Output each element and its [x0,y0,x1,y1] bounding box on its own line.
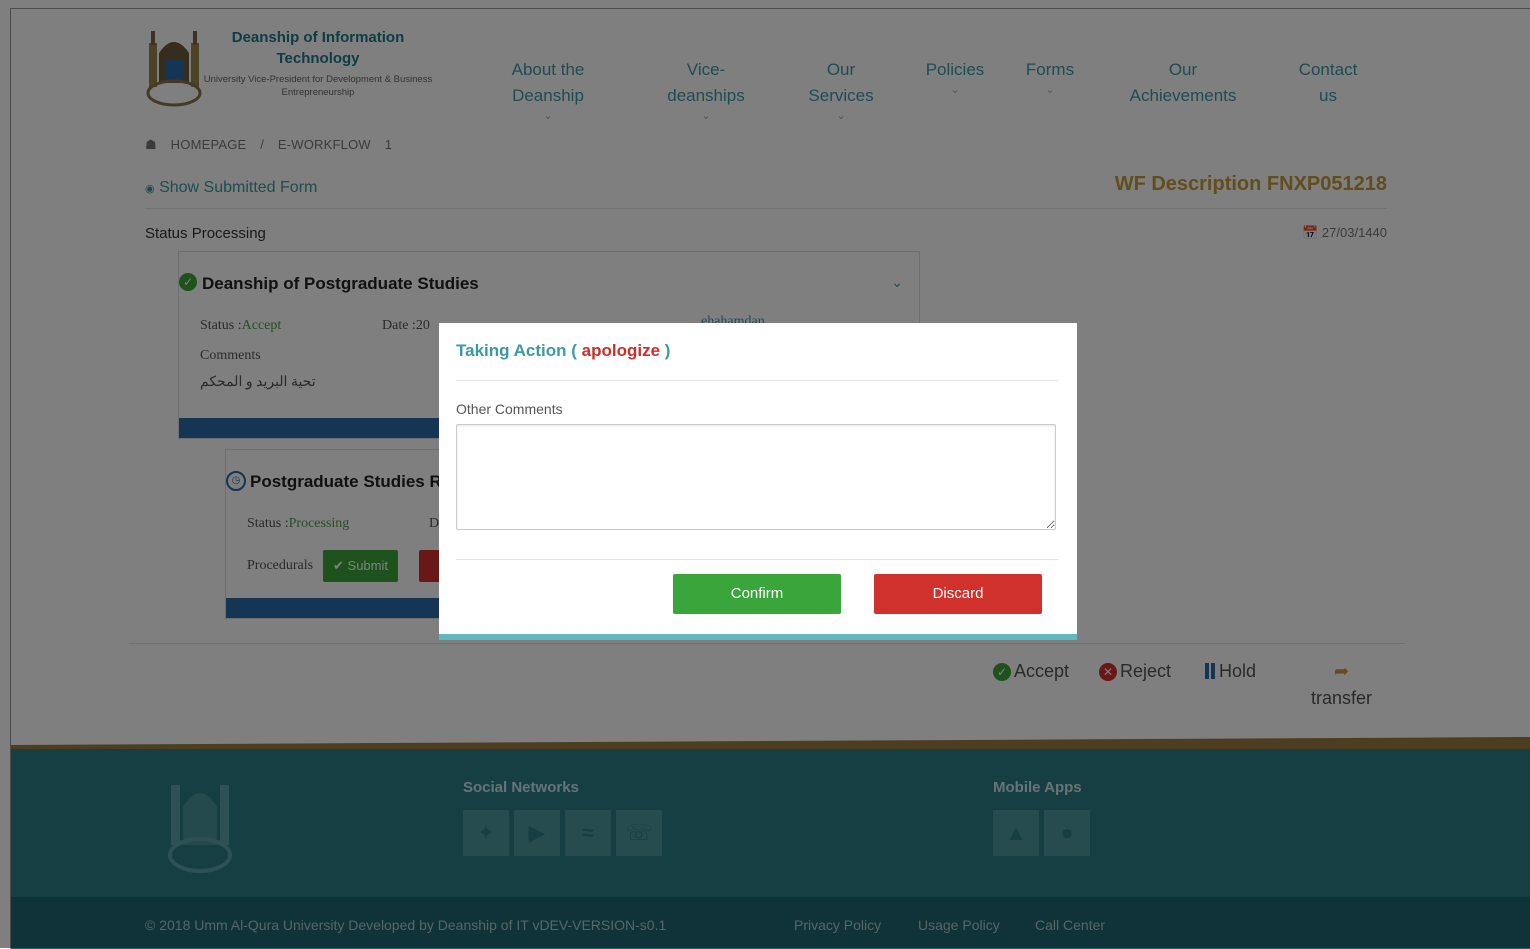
taking-action-dialog: Taking Action ( apologize ) Other Commen… [439,323,1077,640]
dialog-action-name: apologize [581,341,661,360]
dialog-title: Taking Action ( apologize ) [456,341,670,361]
discard-button[interactable]: Discard [874,574,1042,614]
confirm-button[interactable]: Confirm [673,574,841,614]
other-comments-label: Other Comments [456,401,563,417]
divider [456,380,1058,381]
other-comments-textarea[interactable] [456,424,1056,530]
dialog-title-prefix: Taking Action ( [456,341,577,360]
dialog-title-suffix: ) [664,341,671,360]
divider [456,559,1058,560]
